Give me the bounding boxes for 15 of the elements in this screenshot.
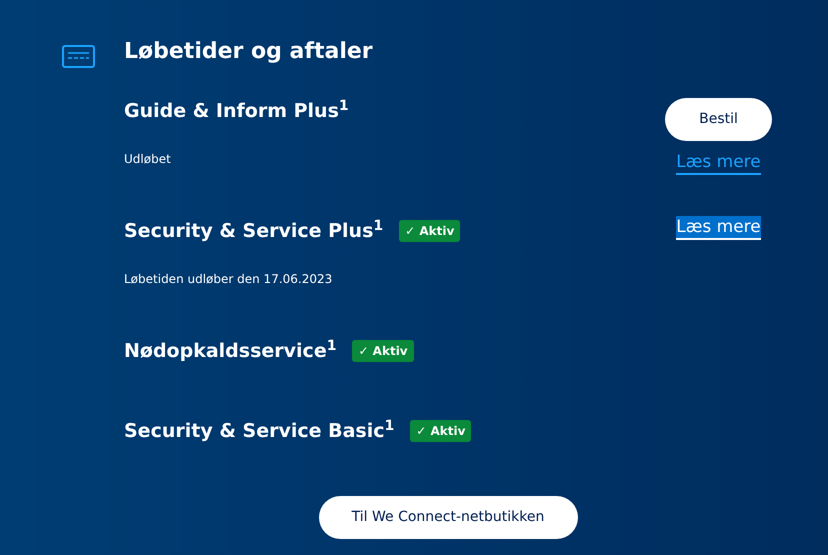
active-badge: ✓ Aktiv	[410, 420, 472, 442]
service-title: Nødopkaldsservice$^{1}$	[124, 336, 336, 364]
status-text: Løbetiden udløber den 17.06.2023	[124, 271, 334, 288]
shop-button[interactable]: Til We Connect-netbutikken	[318, 496, 578, 539]
active-badge: ✓ Aktiv	[352, 340, 414, 362]
section-heading: Løbetider og aftaler	[124, 38, 374, 66]
active-badge: ✓ Aktiv	[399, 220, 460, 242]
order-button[interactable]: Bestil	[665, 98, 772, 141]
card-icon	[62, 45, 95, 68]
read-more-link[interactable]: Læs mere	[676, 216, 761, 240]
service-title: Security & Service Plus$^{1}$	[124, 216, 384, 244]
status-text: Udløbet	[124, 151, 172, 168]
service-title: Guide & Inform Plus$^{1}$	[124, 96, 349, 124]
service-title: Security & Service Basic$^{1}$	[124, 416, 394, 444]
read-more-link[interactable]: Læs mere	[676, 151, 761, 175]
